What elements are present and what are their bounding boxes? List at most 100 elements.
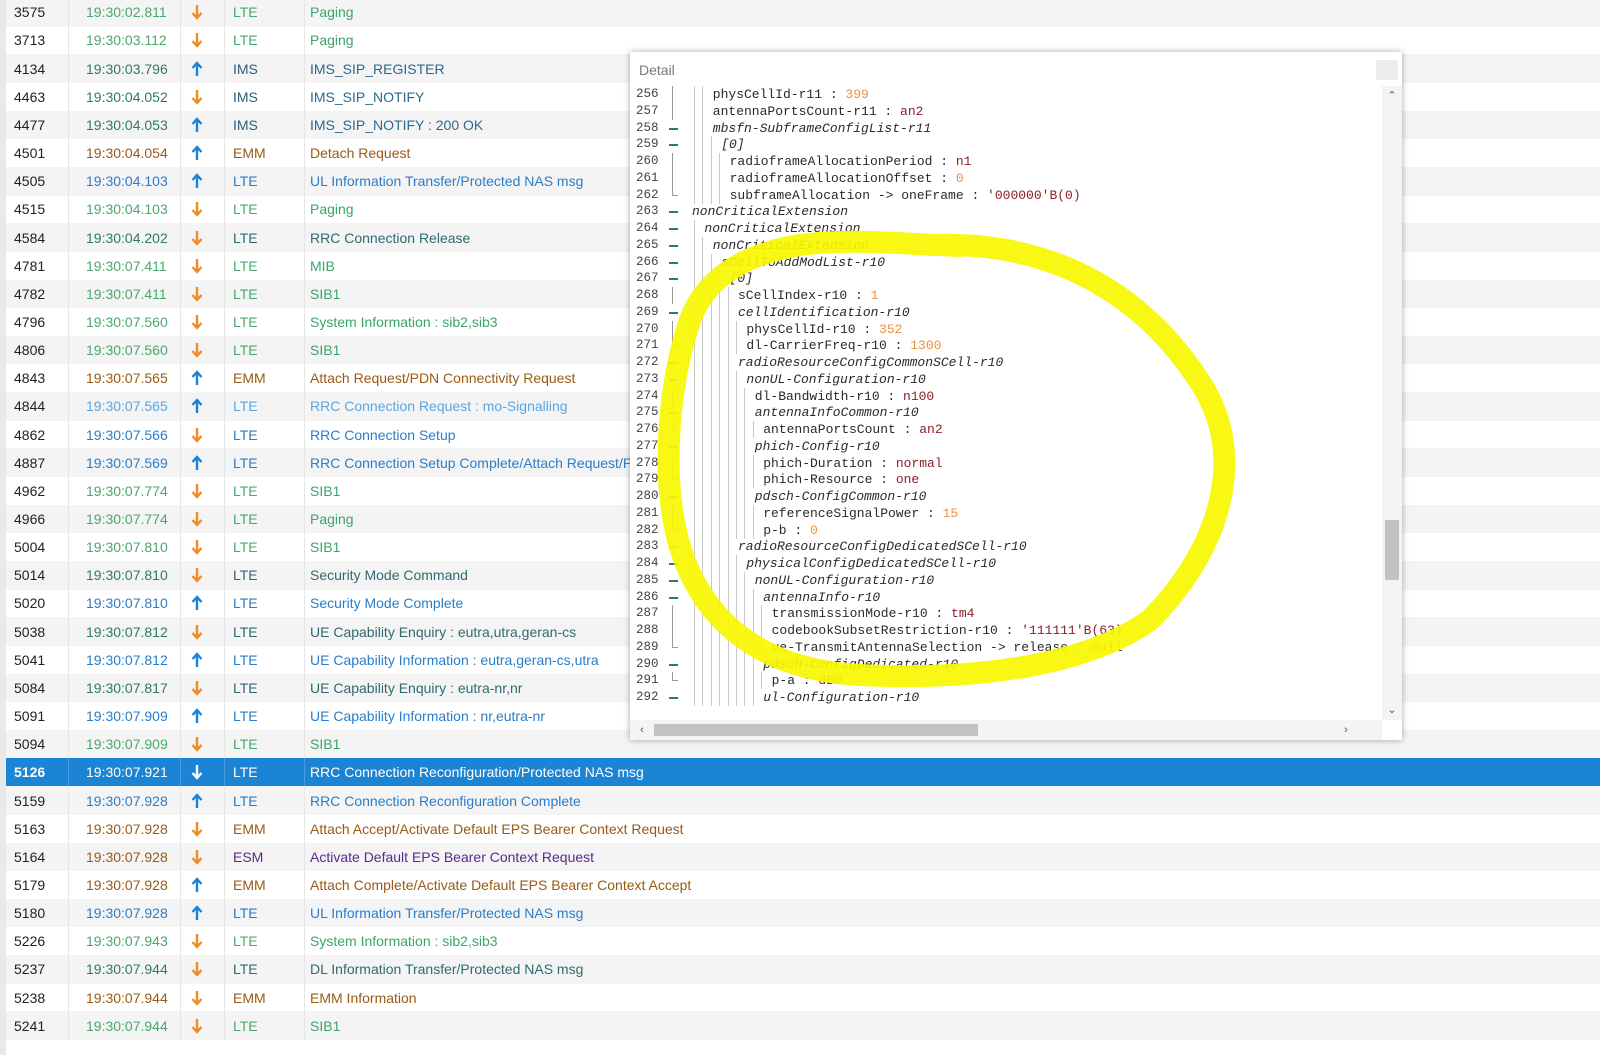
- message-row[interactable]: 5179 19:30:07.928 EMM Attach Complete/Activ…: [6, 870, 1600, 900]
- collapse-icon[interactable]: [668, 538, 680, 555]
- collapse-icon[interactable]: [668, 555, 680, 572]
- field-value: n100: [903, 388, 935, 404]
- collapse-icon[interactable]: [668, 404, 680, 421]
- message-name: IMS_SIP_NOTIFY : 200 OK: [304, 110, 483, 140]
- message-protocol: LTE: [224, 729, 304, 759]
- vertical-scroll-thumb[interactable]: [1385, 520, 1399, 580]
- message-name: EMM Information: [304, 983, 417, 1012]
- collapse-icon[interactable]: [668, 270, 680, 287]
- vertical-scrollbar[interactable]: ⌃ ⌄: [1382, 86, 1402, 720]
- message-name: RRC Connection Setup Complete/Attach Req…: [304, 448, 652, 478]
- arrow-down-icon: [191, 736, 205, 753]
- message-row[interactable]: 5238 19:30:07.944 EMM EMM Information: [6, 983, 1600, 1012]
- direction-cell: [180, 195, 224, 224]
- arrow-down-icon: [191, 201, 205, 218]
- direction-cell: [180, 448, 224, 478]
- line-number: 261: [636, 170, 659, 185]
- collapse-icon[interactable]: [668, 354, 680, 371]
- code-line: 286 antennaInfo-r10: [630, 588, 1382, 606]
- collapse-icon[interactable]: [668, 656, 680, 673]
- detail-close-button[interactable]: [1376, 60, 1398, 80]
- collapse-icon[interactable]: [668, 689, 680, 706]
- line-number: 274: [636, 388, 659, 403]
- collapse-icon[interactable]: [668, 572, 680, 589]
- message-time: 19:30:07.928: [68, 870, 180, 900]
- tree-guide: [668, 672, 680, 689]
- field-name: ul-Configuration-r10: [763, 690, 920, 705]
- direction-cell: [180, 251, 224, 281]
- line-number: 258: [636, 120, 659, 135]
- field-name: nonCriticalExtension: [704, 221, 861, 236]
- line-number: 292: [636, 690, 659, 704]
- line-number: 263: [636, 204, 659, 219]
- message-time: 19:30:07.565: [68, 363, 180, 393]
- arrow-down-icon: [191, 539, 205, 555]
- message-time: 19:30:07.774: [68, 504, 180, 534]
- collapse-icon[interactable]: [668, 220, 680, 237]
- message-row[interactable]: 3713 19:30:03.112 LTE Paging: [6, 26, 1600, 55]
- field-name: [0]: [729, 271, 753, 287]
- message-row[interactable]: 5164 19:30:07.928 ESM Activate Default EPS …: [6, 842, 1600, 872]
- message-row[interactable]: 5159 19:30:07.928 LTE RRC Connection Reconf…: [6, 786, 1600, 815]
- field-name: phich-Resource: [763, 472, 873, 488]
- message-index: 4887: [14, 454, 46, 471]
- message-row[interactable]: 5126 19:30:07.921 LTE RRC Connection Reconf…: [6, 758, 1600, 787]
- message-row[interactable]: 3575 19:30:02.811 LTE Paging: [6, 0, 1600, 27]
- message-name: Paging: [304, 0, 354, 27]
- line-number: 280: [636, 489, 659, 503]
- message-row[interactable]: 5241 19:30:07.944 LTE SIB1: [6, 1011, 1600, 1041]
- collapse-icon[interactable]: [668, 120, 680, 137]
- message-protocol: LTE: [224, 251, 304, 281]
- code-line: 274 dl-Bandwidth-r10 : n100: [636, 387, 935, 405]
- detail-code-view[interactable]: 256 physCellId-r11 : 399 257 antennaPortsCo…: [630, 86, 1382, 720]
- message-protocol: LTE: [224, 926, 304, 956]
- message-row[interactable]: 5180 19:30:07.928 LTE UL Information Transf…: [6, 898, 1600, 928]
- collapse-icon[interactable]: [668, 589, 680, 606]
- direction-cell: [180, 504, 224, 534]
- message-time: 19:30:03.112: [68, 26, 180, 55]
- tree-guide: [668, 169, 680, 187]
- message-protocol: LTE: [224, 617, 304, 646]
- arrow-up-icon: [191, 454, 205, 471]
- message-protocol: LTE: [224, 195, 304, 224]
- message-protocol: LTE: [224, 504, 304, 534]
- field-name: physCellId-r10: [746, 321, 856, 337]
- message-row[interactable]: 5226 19:30:07.943 LTE System Information : …: [6, 926, 1600, 956]
- scroll-right-icon[interactable]: ›: [1340, 724, 1352, 736]
- message-row[interactable]: 5163 19:30:07.928 EMM Attach Accept/Activat…: [6, 814, 1600, 844]
- message-name: SIB1: [304, 279, 340, 309]
- collapse-icon[interactable]: [668, 438, 680, 455]
- code-line: 261 radioframeAllocationOffset : 0: [636, 169, 964, 187]
- message-name: RRC Connection Reconfiguration Complete: [304, 786, 581, 815]
- arrow-down-icon: [191, 258, 205, 274]
- arrow-up-icon: [191, 173, 205, 189]
- collapse-icon[interactable]: [668, 136, 680, 153]
- line-number: 276: [636, 422, 659, 436]
- line-number: 278: [636, 455, 659, 470]
- message-time: 19:30:07.810: [68, 589, 180, 618]
- detail-title: Detail: [639, 62, 675, 78]
- collapse-icon[interactable]: [668, 488, 680, 505]
- scroll-up-icon[interactable]: ⌃: [1386, 90, 1398, 102]
- message-protocol: EMM: [224, 814, 304, 844]
- message-time: 19:30:07.928: [68, 814, 180, 844]
- horizontal-scrollbar[interactable]: ‹ ›: [630, 720, 1382, 740]
- scroll-down-icon[interactable]: ⌄: [1386, 704, 1398, 716]
- message-protocol: EMM: [224, 983, 304, 1012]
- collapse-icon[interactable]: [668, 237, 680, 254]
- message-index: 5014: [14, 567, 46, 584]
- scroll-left-icon[interactable]: ‹: [636, 724, 648, 736]
- message-time: 19:30:04.103: [68, 195, 180, 224]
- message-name: RRC Connection Setup: [304, 420, 456, 449]
- message-index: 5226: [14, 933, 46, 950]
- message-name: UE Capability Enquiry : eutra-nr,nr: [304, 673, 522, 703]
- collapse-icon[interactable]: [668, 254, 680, 271]
- message-time: 19:30:07.944: [68, 983, 180, 1012]
- collapse-icon[interactable]: [668, 203, 680, 220]
- arrow-up-icon: [191, 145, 205, 161]
- code-line: 284 physicalConfigDedicatedSCell-r10: [630, 555, 1382, 572]
- collapse-icon[interactable]: [668, 304, 680, 321]
- collapse-icon[interactable]: [668, 371, 680, 388]
- message-row[interactable]: 5237 19:30:07.944 LTE DL Information Transf…: [6, 955, 1600, 984]
- horizontal-scroll-thumb[interactable]: [654, 724, 978, 736]
